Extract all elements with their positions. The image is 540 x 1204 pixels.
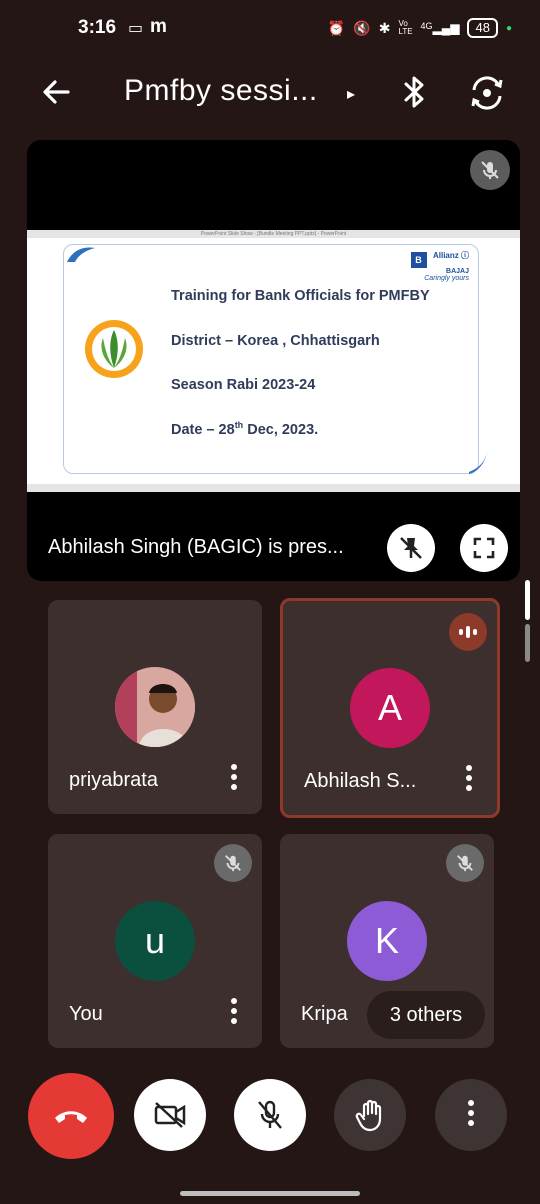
status-bar: 3:16 ▭ m ⏰ 🔇 ✱ Vo LTE 4G▂▄▆ 48 ● (0, 0, 540, 56)
fullscreen-button[interactable] (460, 524, 508, 572)
signal-icon: 4G▂▄▆ (420, 21, 460, 35)
home-indicator[interactable] (180, 1191, 360, 1196)
alarm-icon: ⏰ (327, 19, 346, 36)
avatar: K (347, 901, 427, 981)
status-icons: ⏰ 🔇 ✱ Vo LTE 4G▂▄▆ 48 ● (328, 18, 512, 38)
presentation-panel[interactable]: PowerPoint Slide Show - [Bundle Meeting … (27, 140, 520, 581)
bluetooth-icon: ✱ (378, 19, 391, 36)
bajaj-allianz-logo: B Allianz ⓘ BAJAJ Caringly yours (410, 250, 469, 282)
brand-name: Allianz ⓘ (432, 251, 469, 260)
unpin-button[interactable] (387, 524, 435, 572)
avatar: u (115, 901, 195, 981)
switch-camera-icon[interactable] (468, 74, 506, 112)
slide-status-strip (27, 484, 520, 492)
avatar (115, 667, 195, 747)
camera-toggle-button[interactable] (134, 1079, 206, 1151)
raise-hand-icon (355, 1099, 382, 1132)
raise-hand-button[interactable] (334, 1079, 406, 1151)
more-options-icon[interactable] (230, 764, 238, 794)
slide-line-3: Season Rabi 2023-24 (171, 377, 316, 393)
mic-off-icon (446, 844, 484, 882)
brand-tagline: Caringly yours (424, 275, 469, 282)
unpin-icon (400, 537, 422, 559)
speaking-indicator-icon (449, 613, 487, 651)
slide-line-1: Training for Bank Officials for PMFBY (171, 288, 430, 304)
mute-icon: 🔇 (353, 19, 371, 36)
fullscreen-icon (473, 537, 495, 559)
screen-record-icon: ▭ (128, 20, 144, 37)
others-chip[interactable]: 3 others (367, 991, 485, 1039)
profile-photo (115, 667, 195, 747)
scrollbar-track[interactable] (525, 624, 530, 662)
scrollbar-thumb[interactable] (525, 580, 530, 620)
participant-name: Abhilash S... (304, 770, 417, 792)
mic-toggle-button[interactable] (234, 1079, 306, 1151)
mic-off-icon (258, 1100, 282, 1129)
end-call-button[interactable] (28, 1073, 114, 1159)
swoosh-logo-icon (67, 247, 95, 262)
presenter-mic-off-icon (470, 150, 510, 190)
clock: 3:16 (78, 17, 117, 38)
pmfby-logo-icon (85, 320, 143, 378)
brand-sub: BAJAJ (446, 268, 469, 275)
more-options-button[interactable] (435, 1079, 507, 1151)
participant-name: You (69, 1003, 103, 1025)
participant-tile-you[interactable]: u You (48, 834, 262, 1048)
slide-line-2: District – Korea , Chhattisgarh (171, 333, 380, 349)
participant-name: priyabrata (69, 769, 158, 791)
bluetooth-audio-icon[interactable] (398, 74, 430, 110)
shared-slide: PowerPoint Slide Show - [Bundle Meeting … (27, 230, 520, 492)
hang-up-icon (55, 1111, 87, 1123)
mic-off-icon (214, 844, 252, 882)
green-dot-icon: ● (505, 22, 512, 34)
meeting-title[interactable]: Pmfby sessi... (124, 74, 318, 108)
swoosh-corner-icon (469, 452, 487, 474)
participant-tile-abhilash[interactable]: A Abhilash S... (280, 598, 500, 818)
camera-off-icon (154, 1102, 186, 1128)
avatar: A (350, 668, 430, 748)
meeting-header: Pmfby sessi... ▸ (0, 60, 540, 128)
brand-mark: B (410, 252, 427, 268)
presenting-status: Abhilash Singh (BAGIC) is pres... (48, 536, 344, 558)
more-options-icon[interactable] (230, 998, 238, 1028)
more-vert-icon (468, 1100, 474, 1130)
participant-tile-priyabrata[interactable]: priyabrata (48, 600, 262, 814)
slide-date: Date – 28th Dec, 2023. (171, 420, 319, 438)
slide-content: B Allianz ⓘ BAJAJ Caringly yours Trainin… (51, 240, 493, 482)
volte-icon: Vo LTE (398, 19, 413, 36)
participant-name: Kripa (301, 1003, 348, 1025)
app-notification-icon: m (150, 16, 167, 37)
more-options-icon[interactable] (465, 765, 473, 795)
battery-icon: 48 (467, 18, 498, 38)
title-expand-icon[interactable]: ▸ (347, 84, 355, 104)
back-arrow-icon[interactable] (38, 74, 74, 110)
slide-window-caption: PowerPoint Slide Show - [Bundle Meeting … (27, 230, 520, 238)
